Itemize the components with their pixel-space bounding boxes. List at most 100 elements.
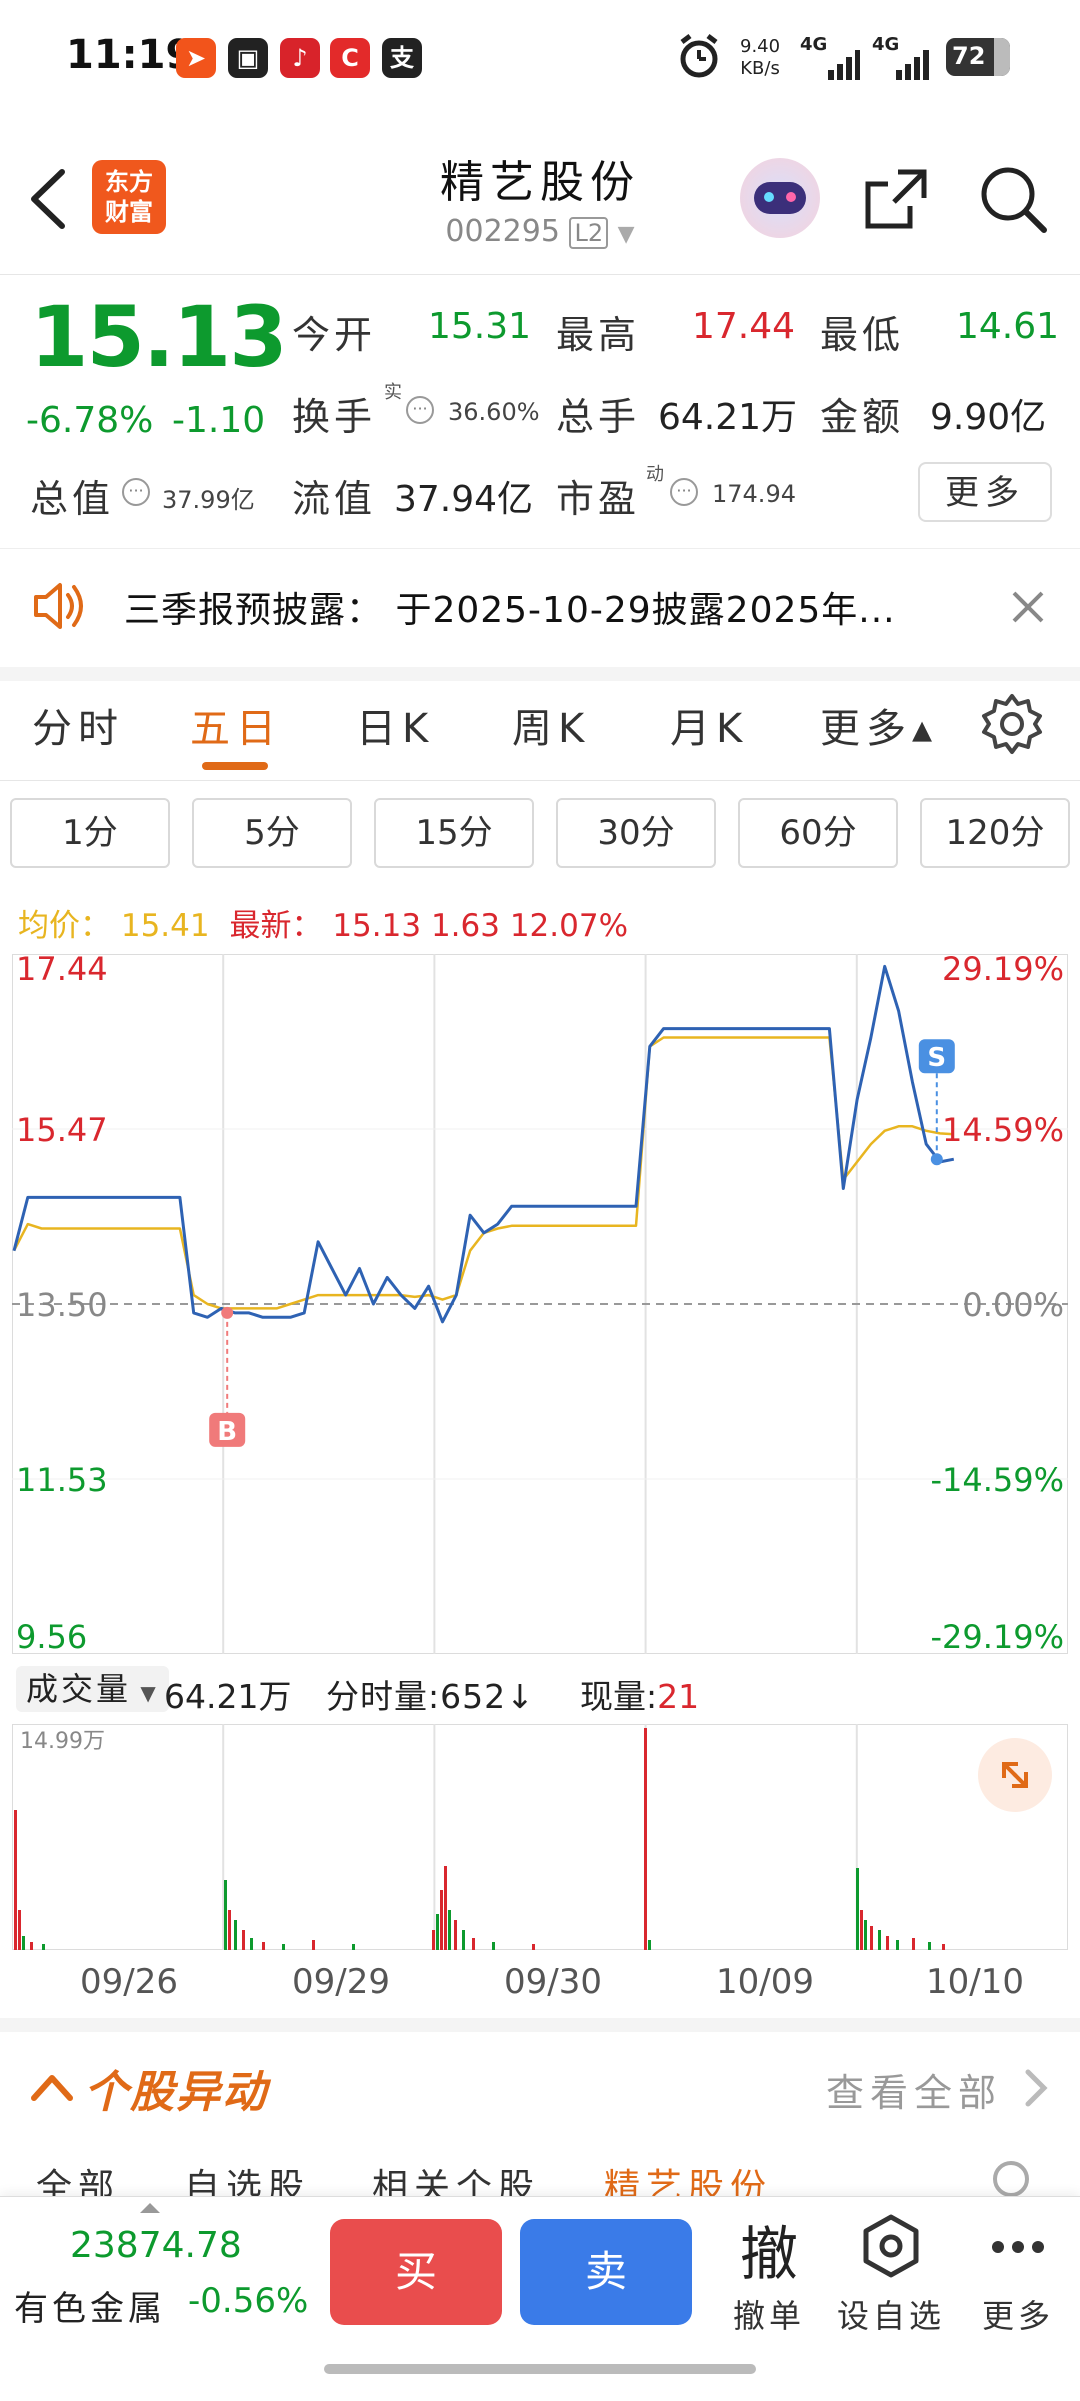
change-amount: -1.10: [172, 400, 266, 441]
more-quote-button[interactable]: 更多: [918, 462, 1052, 522]
volume-bar: [312, 1940, 315, 1950]
search-icon[interactable]: [978, 164, 1048, 234]
volume-bar: [492, 1942, 495, 1950]
volume-bar: [896, 1940, 899, 1950]
period-1min-button[interactable]: 1分: [10, 798, 170, 868]
volume-bar: [860, 1910, 863, 1950]
info-icon[interactable]: ···: [670, 478, 698, 506]
volume-bar: [224, 1880, 227, 1950]
tab-intraday[interactable]: 分时: [32, 696, 124, 754]
current-volume: 现量:21: [580, 1677, 700, 1716]
volume-bar: [30, 1942, 33, 1950]
volume-bar: [22, 1936, 25, 1950]
ai-assistant-avatar[interactable]: [740, 158, 820, 238]
caret-up-icon[interactable]: [138, 2201, 162, 2215]
volume-indicator-select[interactable]: 成交量 ▼: [16, 1666, 169, 1712]
more-button[interactable]: 更多: [968, 2207, 1068, 2337]
y-tick-right: -29.19%: [930, 1618, 1064, 1654]
y-tick-right: 0.00%: [962, 1286, 1064, 1324]
tab-five-day[interactable]: 五日: [190, 696, 282, 754]
chevron-right-icon[interactable]: [1020, 2068, 1050, 2108]
stock-header: 东方 财富 精艺股份 002295 L2 ▼: [0, 118, 1080, 275]
dropdown-arrow-icon: ▼: [131, 1681, 159, 1705]
period-15min-button[interactable]: 15分: [374, 798, 534, 868]
info-icon[interactable]: ···: [122, 478, 150, 506]
speaker-icon: [34, 583, 83, 629]
volume-bar: [262, 1942, 265, 1950]
add-watchlist-button[interactable]: 设自选: [836, 2207, 946, 2337]
volume-max-label: 14.99万: [20, 1729, 105, 1754]
tab-daily-k[interactable]: 日K: [356, 696, 434, 754]
movement-subtabs: 全部 自选股 相关个股 精艺股份: [0, 2140, 1080, 2208]
pe-value: 174.94: [712, 480, 796, 508]
level2-badge: L2: [569, 217, 609, 249]
volume-bar: [250, 1938, 253, 1950]
avg-value: 15.41: [120, 908, 210, 944]
high-value: 17.44: [692, 306, 796, 347]
tab-monthly-k[interactable]: 月K: [670, 696, 748, 754]
volume-bar: [440, 1890, 443, 1950]
status-bar: 11:19 ➤ ▣ ♪ C 支 9.40 KB/s 4G 4G 72: [0, 0, 1080, 118]
total-cap-label: 总值: [30, 477, 115, 521]
volume-frame: [12, 1724, 1068, 1950]
date-label: 09/30: [504, 1962, 602, 2002]
total-cap-value: 37.99亿: [162, 486, 255, 514]
share-icon[interactable]: [862, 164, 932, 234]
gear-icon[interactable]: [980, 692, 1044, 756]
movement-title: 个股异动: [84, 2067, 268, 2118]
amount-label: 金额: [820, 395, 905, 439]
sell-marker-label: S: [927, 1043, 946, 1073]
period-5min-button[interactable]: 5分: [192, 798, 352, 868]
active-tab-indicator: [202, 762, 268, 770]
volume-chart[interactable]: 14.99万: [12, 1724, 1068, 1950]
period-120min-button[interactable]: 120分: [920, 798, 1070, 868]
close-icon[interactable]: [1010, 589, 1046, 625]
period-30min-button[interactable]: 30分: [556, 798, 716, 868]
more-dots-icon: [992, 2241, 1044, 2253]
open-value: 15.31: [428, 306, 532, 347]
period-60min-button[interactable]: 60分: [738, 798, 898, 868]
tab-more[interactable]: 更多▴: [820, 696, 938, 754]
chart-info-line: 均价： 15.41 最新： 15.13 1.63 12.07%: [18, 900, 628, 945]
date-label: 09/29: [292, 1962, 390, 2002]
turnover-value: 36.60%: [448, 398, 540, 426]
volume-bar: [462, 1930, 465, 1950]
pe-sup: 动: [646, 464, 664, 485]
volume-bar: [886, 1936, 889, 1950]
view-all-link[interactable]: 查看全部: [826, 2062, 1002, 2117]
volume-bar: [856, 1868, 859, 1950]
five-day-price-chart[interactable]: 17.44 15.47 13.50 11.53 9.56 29.19% 14.59% 0.00…: [12, 954, 1068, 1654]
announcement-bar[interactable]: 三季报预披露： 于2025-10-29披露2025年...: [0, 548, 1080, 681]
volume-total: 64.21万: [164, 1677, 292, 1716]
latest-pct: 12.07%: [509, 908, 629, 944]
buy-button[interactable]: 买: [330, 2219, 502, 2325]
volume-bar: [864, 1920, 867, 1950]
home-indicator: [324, 2364, 756, 2374]
expand-chart-button[interactable]: [978, 1738, 1052, 1812]
info-icon[interactable]: ···: [406, 396, 434, 424]
index-value[interactable]: 23874.78: [70, 2225, 242, 2266]
cancel-order-button[interactable]: 撤 撤单: [726, 2207, 812, 2337]
alarm-icon: [680, 34, 718, 78]
volume-bar: [14, 1810, 17, 1950]
index-change[interactable]: -0.56%: [188, 2281, 308, 2321]
notification-app-icon: ♪: [280, 38, 320, 78]
high-label: 最高: [556, 313, 641, 357]
volume-bar: [352, 1944, 355, 1950]
chart-tabs: 分时 五日 日K 周K 月K 更多▴: [0, 676, 1080, 781]
volume-bar: [228, 1910, 231, 1950]
volume-bar: [878, 1930, 881, 1950]
volume-bar: [432, 1930, 435, 1950]
y-tick-left: 9.56: [16, 1618, 87, 1654]
change-percent: -6.78%: [26, 400, 154, 441]
volume-bar: [448, 1910, 451, 1950]
tab-weekly-k[interactable]: 周K: [512, 696, 590, 754]
y-tick-right: -14.59%: [930, 1461, 1064, 1499]
chevron-up-icon[interactable]: [30, 2068, 74, 2104]
sell-button[interactable]: 卖: [520, 2219, 692, 2325]
index-name[interactable]: 有色金属: [14, 2281, 166, 2330]
notification-app-icon: ➤: [176, 38, 216, 78]
hexagon-icon: [863, 2214, 919, 2278]
minute-volume: 分时量:652↓: [326, 1677, 535, 1716]
buy-marker-label: B: [217, 1417, 237, 1447]
